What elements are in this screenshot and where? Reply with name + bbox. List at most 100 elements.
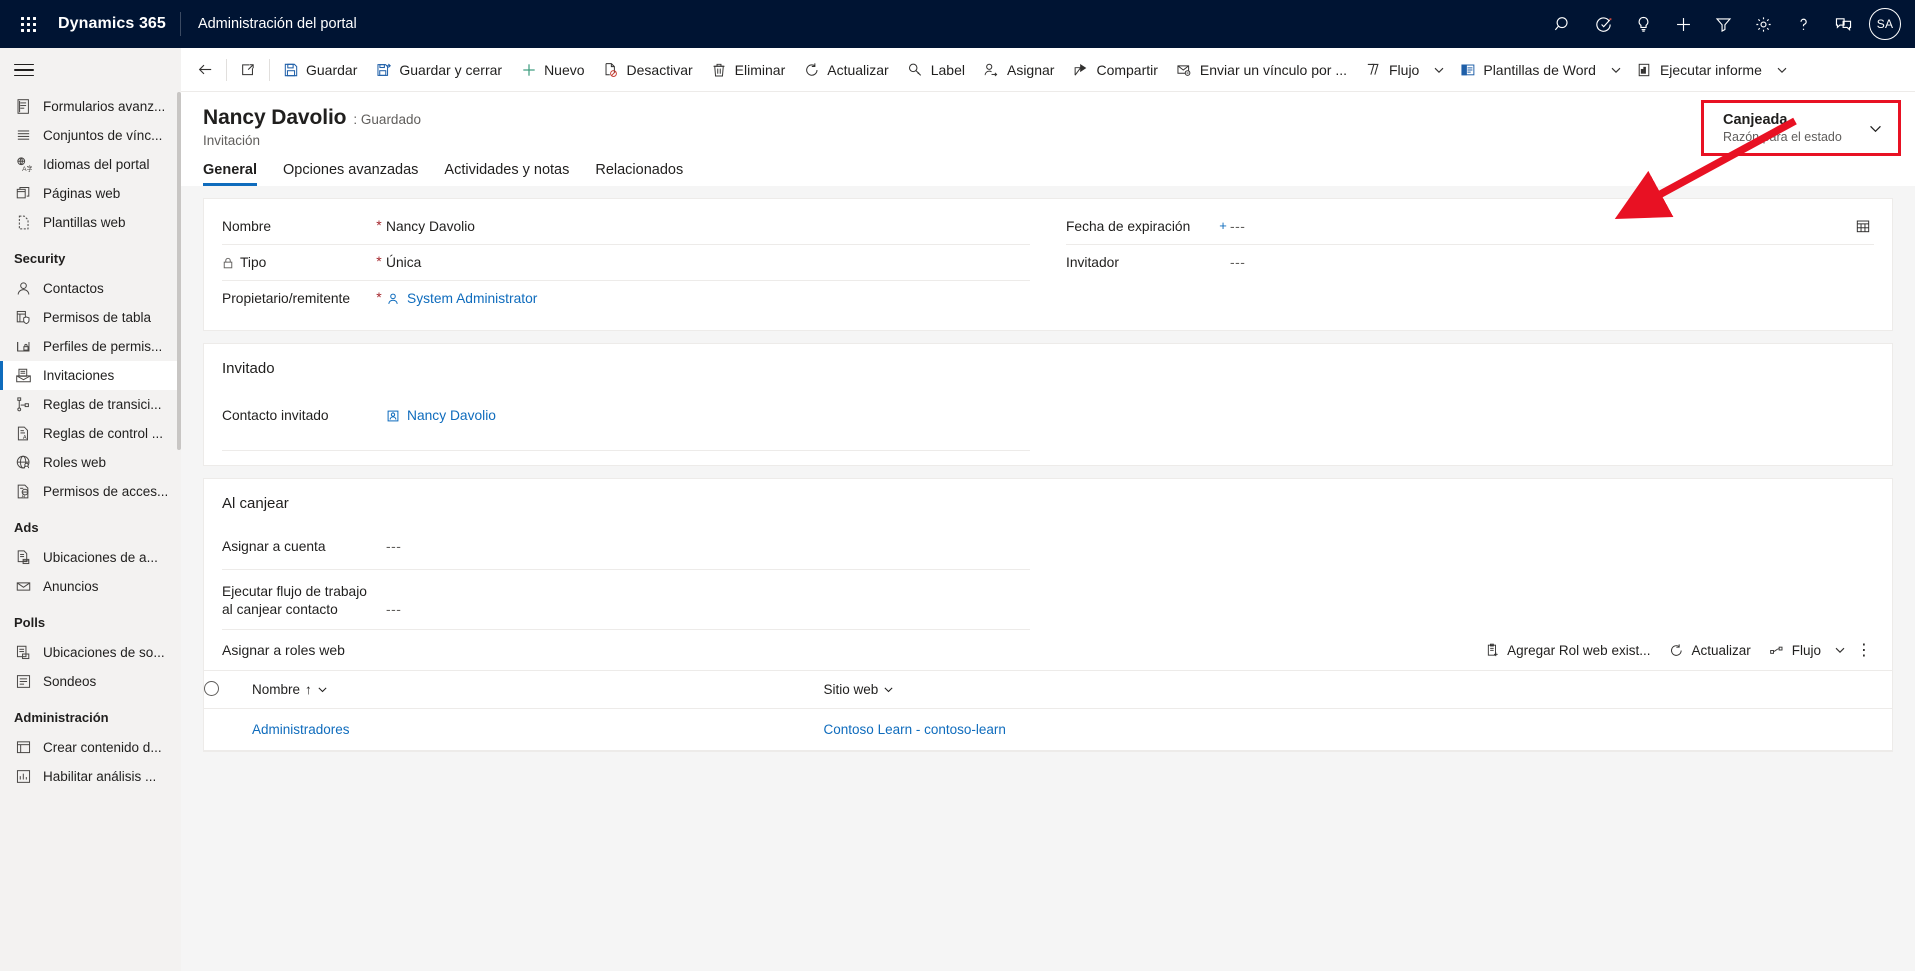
field-value[interactable]: ---	[1230, 254, 1874, 271]
column-header-inner[interactable]: Sitio web	[824, 682, 1892, 697]
delete-button[interactable]: Eliminar	[702, 52, 795, 88]
field-value[interactable]: ---	[386, 538, 1030, 555]
sidebar-item-permisos-de-tabla[interactable]: Permisos de tabla	[0, 303, 181, 332]
status-reason-dropdown[interactable]: Canjeada Razón para el estado	[1711, 104, 1893, 152]
sidebar-item-reglas-de-control[interactable]: A Reglas de control ...	[0, 419, 181, 448]
sidebar-item-ubicaciones-de-anuncios[interactable]: Ubicaciones de a...	[0, 543, 181, 572]
sidebar-item-invitaciones[interactable]: Invitaciones	[0, 361, 181, 390]
sidebar-item-ubicaciones-de-sondeos[interactable]: Ubicaciones de so...	[0, 638, 181, 667]
chevron-down-icon[interactable]	[317, 684, 328, 695]
avatar[interactable]: SA	[1869, 8, 1901, 40]
help-icon[interactable]	[1783, 0, 1823, 48]
refresh-button[interactable]: Actualizar	[794, 52, 897, 88]
column-header-inner[interactable]: Nombre ↑	[252, 682, 824, 697]
app-launcher-icon[interactable]	[4, 0, 52, 48]
assistant-icon[interactable]	[1583, 0, 1623, 48]
tab-actividades-y-notas[interactable]: Actividades y notas	[444, 162, 569, 186]
app-name[interactable]: Administración del portal	[181, 16, 357, 32]
label-button[interactable]: Label	[898, 52, 974, 88]
sidebar-item-label: Crear contenido d...	[43, 740, 162, 755]
sidebar-item-crear-contenido[interactable]: Crear contenido d...	[0, 733, 181, 762]
field-fecha-de-expiracion[interactable]: Fecha de expiración + ---	[1066, 209, 1874, 245]
field-nombre[interactable]: Nombre * Nancy Davolio	[222, 209, 1030, 245]
assign-button[interactable]: Asignar	[974, 52, 1063, 88]
form-tabs: General Opciones avanzadas Actividades y…	[181, 148, 1915, 186]
email-link-button[interactable]: Enviar un vínculo por ...	[1167, 52, 1356, 88]
sidebar-item-roles-web[interactable]: Roles web	[0, 448, 181, 477]
select-all-radio[interactable]	[204, 680, 219, 696]
sidebar-item-label: Invitaciones	[43, 368, 115, 383]
sidebar-item-label: Conjuntos de vínc...	[43, 128, 163, 143]
field-propietario-remitente[interactable]: Propietario/remitente * System Administr…	[222, 281, 1030, 316]
record-entity-name: Invitación	[203, 133, 261, 148]
subgrid-flow-chevron-down-icon[interactable]	[1830, 634, 1850, 666]
tab-opciones-avanzadas[interactable]: Opciones avanzadas	[283, 162, 418, 186]
field-asignar-a-cuenta[interactable]: Asignar a cuenta ---	[222, 528, 1030, 570]
sidebar-item-paginas-web[interactable]: Páginas web	[0, 179, 181, 208]
flow-chevron-down-icon[interactable]	[1428, 52, 1450, 88]
more-vertical-icon[interactable]: ⋮	[1850, 634, 1878, 666]
sidebar-item-perfiles-de-permisos[interactable]: Perfiles de permis...	[0, 332, 181, 361]
run-report-chevron-down-icon[interactable]	[1771, 52, 1793, 88]
lookup-value-propietario[interactable]: System Administrator	[386, 290, 1030, 307]
subgrid-flow-button[interactable]: Flujo	[1760, 634, 1830, 666]
sidebar-item-idiomas-del-portal[interactable]: A字 Idiomas del portal	[0, 150, 181, 179]
field-invitador[interactable]: Invitador ---	[1066, 245, 1874, 280]
tab-general[interactable]: General	[203, 162, 257, 186]
lookup-value-contacto-invitado[interactable]: Nancy Davolio	[386, 407, 1030, 424]
row-select-cell[interactable]	[204, 708, 252, 751]
run-report-button[interactable]: Ejecutar informe	[1627, 52, 1771, 88]
gear-icon[interactable]	[1743, 0, 1783, 48]
hamburger-icon[interactable]	[0, 48, 181, 92]
field-contacto-invitado[interactable]: Contacto invitado Nancy Davolio	[222, 393, 1030, 451]
lightbulb-icon[interactable]	[1623, 0, 1663, 48]
field-value[interactable]: ---	[1230, 218, 1852, 235]
feedback-icon[interactable]	[1823, 0, 1863, 48]
select-all-radio-icon[interactable]	[204, 670, 252, 709]
column-header-sitio-web[interactable]: Sitio web	[823, 670, 1892, 709]
search-icon[interactable]	[1543, 0, 1583, 48]
chevron-down-icon[interactable]	[883, 684, 894, 695]
cell-sitio-web[interactable]: Contoso Learn - contoso-learn	[823, 708, 1892, 751]
table-row[interactable]: Administradores Contoso Learn - contoso-…	[204, 708, 1892, 751]
sidebar-item-anuncios[interactable]: Anuncios	[0, 572, 181, 601]
back-arrow-icon[interactable]	[187, 52, 223, 88]
row-name-link[interactable]: Administradores	[252, 722, 350, 737]
add-existing-web-role-button[interactable]: Agregar Rol web exist...	[1475, 634, 1659, 666]
sidebar-group-polls: Polls	[14, 615, 46, 630]
field-value[interactable]: Nancy Davolio	[386, 218, 1030, 235]
subgrid-refresh-button[interactable]: Actualizar	[1659, 634, 1759, 666]
row-site-link[interactable]: Contoso Learn - contoso-learn	[824, 722, 1006, 737]
sidebar-item-habilitar-analisis[interactable]: Habilitar análisis ...	[0, 762, 181, 791]
sidebar-item-formularios-avanzados[interactable]: Formularios avanz...	[0, 92, 181, 121]
sidebar-item-contactos[interactable]: Contactos	[0, 274, 181, 303]
chevron-down-icon[interactable]	[1868, 121, 1883, 136]
new-button[interactable]: Nuevo	[511, 52, 593, 88]
status-badge: Canjeada	[1723, 112, 1788, 128]
sidebar-item-sondeos[interactable]: Sondeos	[0, 667, 181, 696]
word-templates-button[interactable]: Plantillas de Word	[1450, 52, 1605, 88]
share-button[interactable]: Compartir	[1063, 52, 1166, 88]
field-tipo[interactable]: Tipo * Única	[222, 245, 1030, 281]
form-scroll-area[interactable]: Nombre * Nancy Davolio Tipo * Única Prop…	[181, 186, 1915, 971]
flow-button[interactable]: Flujo	[1356, 52, 1428, 88]
filter-icon[interactable]	[1703, 0, 1743, 48]
add-icon[interactable]	[1663, 0, 1703, 48]
save-and-close-button[interactable]: Guardar y cerrar	[366, 52, 511, 88]
column-header-nombre[interactable]: Nombre ↑	[252, 670, 824, 709]
deactivate-button[interactable]: Desactivar	[594, 52, 702, 88]
sidebar-item-reglas-de-transicion[interactable]: Reglas de transici...	[0, 390, 181, 419]
record-title-row: Nancy Davolio : Guardado	[203, 106, 1915, 130]
word-templates-chevron-down-icon[interactable]	[1605, 52, 1627, 88]
sidebar-item-plantillas-web[interactable]: Plantillas web	[0, 208, 181, 237]
field-value[interactable]: ---	[386, 601, 1030, 618]
calendar-icon[interactable]	[1852, 218, 1874, 234]
sidebar-item-conjuntos-de-vinculos[interactable]: Conjuntos de vínc...	[0, 121, 181, 150]
field-ejecutar-flujo-trabajo[interactable]: Ejecutar flujo de trabajo al canjear con…	[222, 570, 1030, 630]
sidebar-item-permisos-de-acceso[interactable]: A Permisos de acces...	[0, 477, 181, 506]
open-in-new-window-icon[interactable]	[230, 52, 266, 88]
cell-nombre[interactable]: Administradores	[252, 708, 824, 751]
save-button[interactable]: Guardar	[273, 52, 366, 88]
tab-relacionados[interactable]: Relacionados	[595, 162, 683, 186]
brand-title[interactable]: Dynamics 365	[52, 15, 180, 33]
